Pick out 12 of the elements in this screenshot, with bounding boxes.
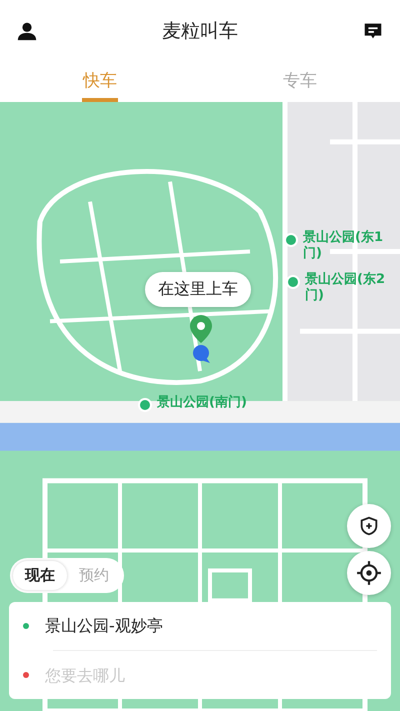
time-option[interactable]: 现在	[13, 561, 67, 590]
app-title: 麦粒叫车	[162, 19, 238, 44]
pickup-point-label[interactable]: 景山公园(东2门)	[305, 272, 400, 304]
pickup-callout[interactable]: 在这里上车	[145, 272, 251, 307]
tab[interactable]: 专车	[282, 62, 318, 102]
pickup-point-label[interactable]: 景山公园(南门)	[157, 395, 247, 411]
pickup-field[interactable]: 景山公园-观妙亭	[45, 616, 163, 636]
crosshair-icon	[356, 560, 382, 586]
time-option[interactable]: 预约	[67, 561, 121, 590]
profile-icon[interactable]	[16, 20, 38, 42]
shield-plus-icon	[358, 515, 380, 537]
pickup-point-label[interactable]: 景山公园(东1门)	[303, 230, 399, 262]
